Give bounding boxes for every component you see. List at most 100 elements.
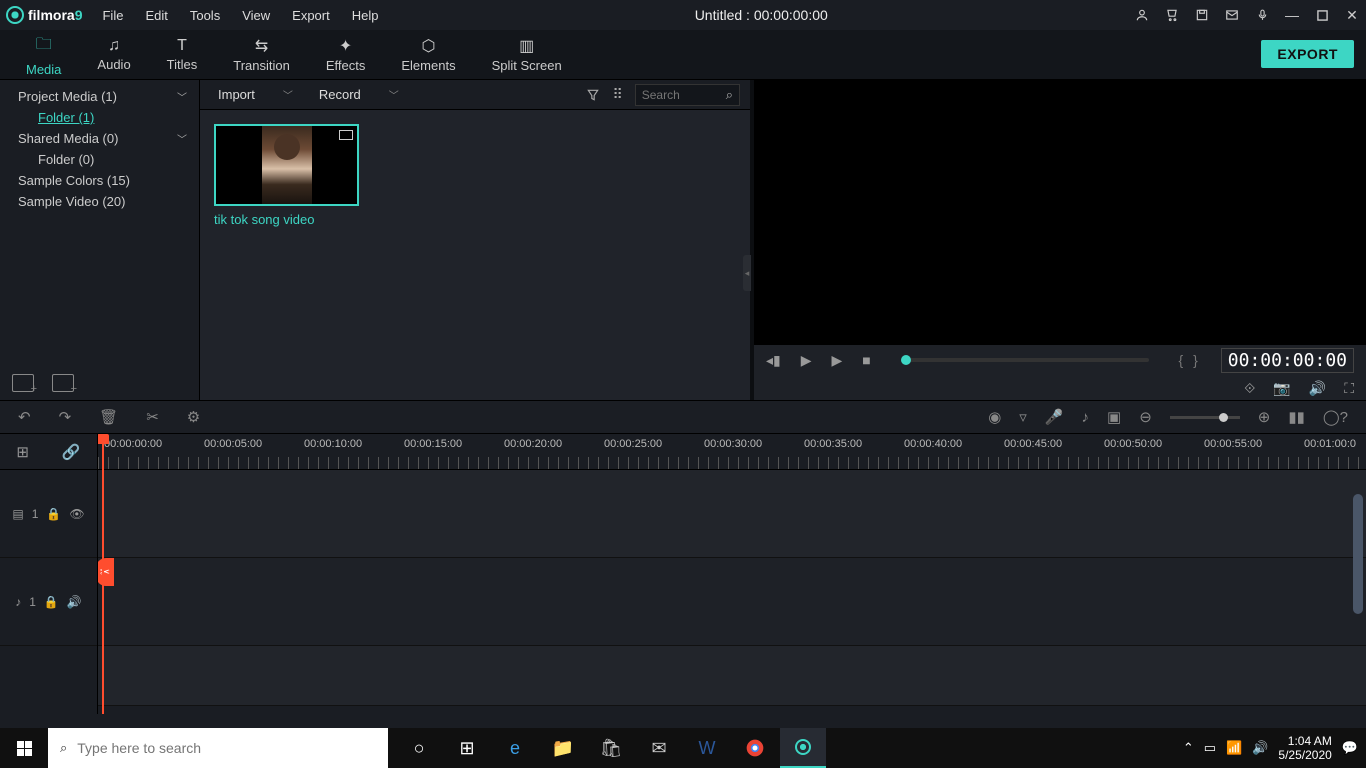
message-icon[interactable]: [1224, 7, 1240, 23]
fit-icon[interactable]: ▮▮: [1288, 408, 1305, 426]
menu-help[interactable]: Help: [342, 4, 389, 27]
search-input[interactable]: [642, 88, 722, 102]
account-icon[interactable]: [1134, 7, 1150, 23]
tab-elements[interactable]: ⬡Elements: [383, 32, 473, 77]
menu-edit[interactable]: Edit: [135, 4, 177, 27]
mute-icon[interactable]: 🔊: [67, 595, 82, 609]
tree-sample-video[interactable]: Sample Video (20): [0, 191, 199, 212]
mail-app[interactable]: ✉: [636, 728, 682, 768]
redo-icon[interactable]: ↷: [59, 408, 72, 426]
add-track-icon[interactable]: ⊞: [16, 443, 29, 461]
fullscreen-icon[interactable]: ⛶: [1344, 380, 1354, 397]
panel-collapse-handle[interactable]: ◂: [743, 255, 751, 291]
crop-icon[interactable]: ▣: [1107, 408, 1121, 426]
wifi-icon[interactable]: 📶: [1226, 740, 1242, 756]
snapshot-icon[interactable]: 📷: [1273, 380, 1290, 397]
next-frame-button[interactable]: ▶: [832, 352, 843, 369]
voiceover-icon[interactable]: 🎤: [1045, 408, 1064, 426]
export-button[interactable]: EXPORT: [1261, 40, 1354, 68]
store-app[interactable]: 🛍: [588, 728, 634, 768]
render-icon[interactable]: ◉: [988, 408, 1001, 426]
taskbar-search-input[interactable]: [77, 740, 376, 756]
filmora-app[interactable]: [780, 728, 826, 768]
search-icon[interactable]: ⌕: [726, 87, 733, 103]
time-ruler[interactable]: 00:00:00:00 00:00:05:00 00:00:10:00 00:0…: [98, 434, 1366, 470]
ruler-mark: 00:00:05:00: [204, 438, 262, 450]
mixer-icon[interactable]: ♪: [1082, 409, 1090, 426]
play-button[interactable]: ▶: [801, 352, 812, 369]
menu-export[interactable]: Export: [282, 4, 340, 27]
audio-track-header[interactable]: ♪ 1 🔒 🔊: [0, 558, 97, 646]
tab-audio[interactable]: ♫Audio: [79, 33, 148, 76]
clip-thumbnail[interactable]: [214, 124, 359, 206]
help-icon[interactable]: ◯?: [1323, 408, 1348, 426]
link-icon[interactable]: 🔗: [62, 443, 81, 461]
zoom-out-icon[interactable]: ⊖: [1139, 408, 1152, 426]
timeline-tracks[interactable]: 00:00:00:00 00:00:05:00 00:00:10:00 00:0…: [98, 434, 1366, 714]
tab-titles[interactable]: TTitles: [149, 33, 216, 76]
filter-icon[interactable]: [586, 88, 600, 102]
mark-in-out-icon[interactable]: { }: [1179, 352, 1201, 368]
cortana-icon[interactable]: ○: [396, 728, 442, 768]
start-button[interactable]: [0, 728, 48, 768]
visibility-icon[interactable]: 👁: [69, 507, 84, 521]
split-marker[interactable]: ✂: [98, 558, 114, 586]
zoom-slider[interactable]: [1170, 416, 1240, 419]
video-track[interactable]: [98, 470, 1366, 558]
word-app[interactable]: W: [684, 728, 730, 768]
save-icon[interactable]: [1194, 7, 1210, 23]
menu-file[interactable]: File: [92, 4, 133, 27]
remove-folder-icon[interactable]: [52, 374, 74, 392]
cut-icon[interactable]: ✂: [146, 408, 159, 426]
record-dropdown[interactable]: Record﹀: [311, 85, 407, 104]
lock-icon[interactable]: 🔒: [44, 595, 59, 609]
tab-media[interactable]: 🗀Media: [8, 29, 79, 81]
tree-project-media[interactable]: Project Media (1)﹀: [0, 86, 199, 107]
edge-app[interactable]: e: [492, 728, 538, 768]
tray-chevron-icon[interactable]: ⌃: [1183, 740, 1194, 756]
tree-sample-colors[interactable]: Sample Colors (15): [0, 170, 199, 191]
notifications-icon[interactable]: 💬: [1342, 740, 1358, 756]
tree-shared-media[interactable]: Shared Media (0)﹀: [0, 128, 199, 149]
chrome-app[interactable]: [732, 728, 778, 768]
volume-icon[interactable]: 🔊: [1309, 380, 1326, 397]
prev-frame-button[interactable]: ◂▮: [766, 352, 781, 369]
audio-track[interactable]: [98, 558, 1366, 646]
close-icon[interactable]: ✕: [1344, 7, 1360, 23]
minimize-icon[interactable]: —: [1284, 7, 1300, 23]
media-clip[interactable]: tik tok song video: [214, 124, 359, 227]
undo-icon[interactable]: ↶: [18, 408, 31, 426]
preview-scrubber[interactable]: [901, 358, 1149, 362]
menu-view[interactable]: View: [232, 4, 280, 27]
zoom-in-icon[interactable]: ⊕: [1258, 408, 1271, 426]
search-box[interactable]: ⌕: [635, 84, 740, 106]
mic-icon[interactable]: [1254, 7, 1270, 23]
tab-effects[interactable]: ✦Effects: [308, 32, 384, 77]
delete-icon[interactable]: 🗑: [99, 408, 118, 426]
menu-tools[interactable]: Tools: [180, 4, 230, 27]
tree-folder-0[interactable]: Folder (0): [0, 149, 199, 170]
empty-track[interactable]: [98, 646, 1366, 706]
add-folder-icon[interactable]: [12, 374, 34, 392]
stop-button[interactable]: ■: [862, 352, 870, 368]
taskview-icon[interactable]: ⊞: [444, 728, 490, 768]
marker-icon[interactable]: ▿: [1019, 408, 1027, 426]
tab-transition[interactable]: ⇆Transition: [215, 32, 308, 77]
settings-icon[interactable]: ⚙: [187, 408, 200, 426]
cart-icon[interactable]: [1164, 7, 1180, 23]
tree-folder-1[interactable]: Folder (1): [0, 107, 199, 128]
view-grid-icon[interactable]: ⠿: [612, 86, 622, 103]
tab-splitscreen[interactable]: ▥Split Screen: [474, 32, 580, 77]
taskbar-search[interactable]: ⌕: [48, 728, 388, 768]
import-dropdown[interactable]: Import﹀: [210, 85, 301, 104]
maximize-icon[interactable]: [1314, 7, 1330, 23]
quality-icon[interactable]: ⟐: [1244, 380, 1255, 397]
playhead[interactable]: [102, 434, 104, 714]
sound-icon[interactable]: 🔊: [1252, 740, 1268, 756]
explorer-app[interactable]: 📁: [540, 728, 586, 768]
battery-icon[interactable]: ▭: [1204, 740, 1216, 756]
tray-datetime[interactable]: 1:04 AM 5/25/2020: [1278, 734, 1331, 763]
timeline-scrollbar[interactable]: [1353, 494, 1363, 614]
lock-icon[interactable]: 🔒: [46, 507, 61, 521]
video-track-header[interactable]: ▤ 1 🔒 👁: [0, 470, 97, 558]
